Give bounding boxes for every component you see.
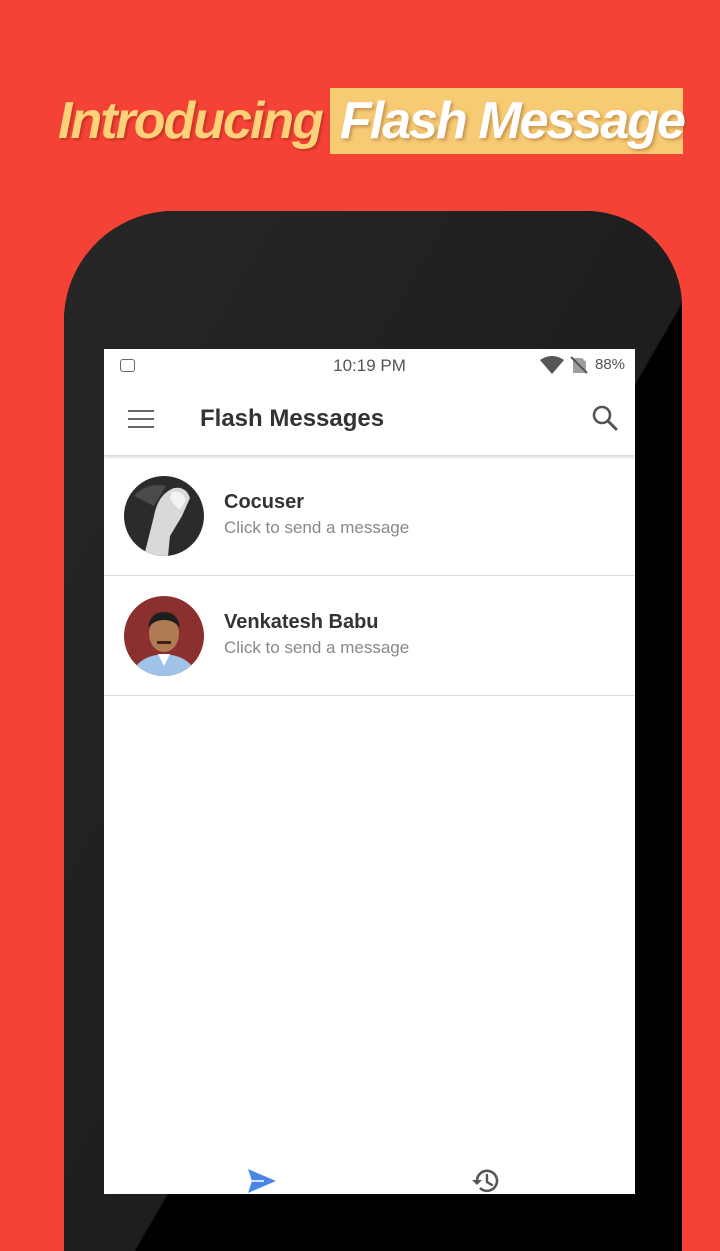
horse-avatar-image [124, 476, 204, 556]
wifi-icon [540, 356, 564, 374]
contact-list: Cocuser Click to send a message Venkates… [104, 456, 635, 696]
contact-avatar [124, 596, 204, 676]
status-bar: 10:19 PM 88% [104, 349, 635, 383]
contact-subtitle: Click to send a message [224, 638, 410, 657]
app-toolbar: Flash Messages [104, 383, 635, 455]
promo-product-text: Flash Message [340, 92, 686, 150]
phone-screen: 10:19 PM 88% Flash Messages Cocuser Clic… [104, 349, 635, 1194]
promo-intro-text: Introducing [58, 92, 324, 150]
contact-name: Venkatesh Babu [224, 611, 379, 633]
toolbar-title: Flash Messages [200, 405, 385, 432]
search-icon[interactable] [590, 403, 620, 433]
history-icon[interactable] [471, 1166, 501, 1194]
contact-avatar [124, 476, 204, 556]
phone-volume-button [676, 676, 682, 840]
send-icon[interactable] [247, 1168, 277, 1194]
phone-side-button [676, 517, 682, 593]
contact-row[interactable]: Cocuser Click to send a message [104, 456, 635, 576]
contact-row[interactable]: Venkatesh Babu Click to send a message [104, 576, 635, 696]
no-sim-icon [570, 356, 588, 374]
battery-level: 88% [595, 356, 626, 373]
contact-name: Cocuser [224, 491, 305, 513]
promo-banner: Introducing Flash Message [0, 88, 720, 154]
person-avatar-image [124, 596, 204, 676]
contact-subtitle: Click to send a message [224, 518, 410, 537]
bottom-navigation [104, 1154, 635, 1194]
hamburger-menu-icon[interactable] [128, 410, 154, 430]
